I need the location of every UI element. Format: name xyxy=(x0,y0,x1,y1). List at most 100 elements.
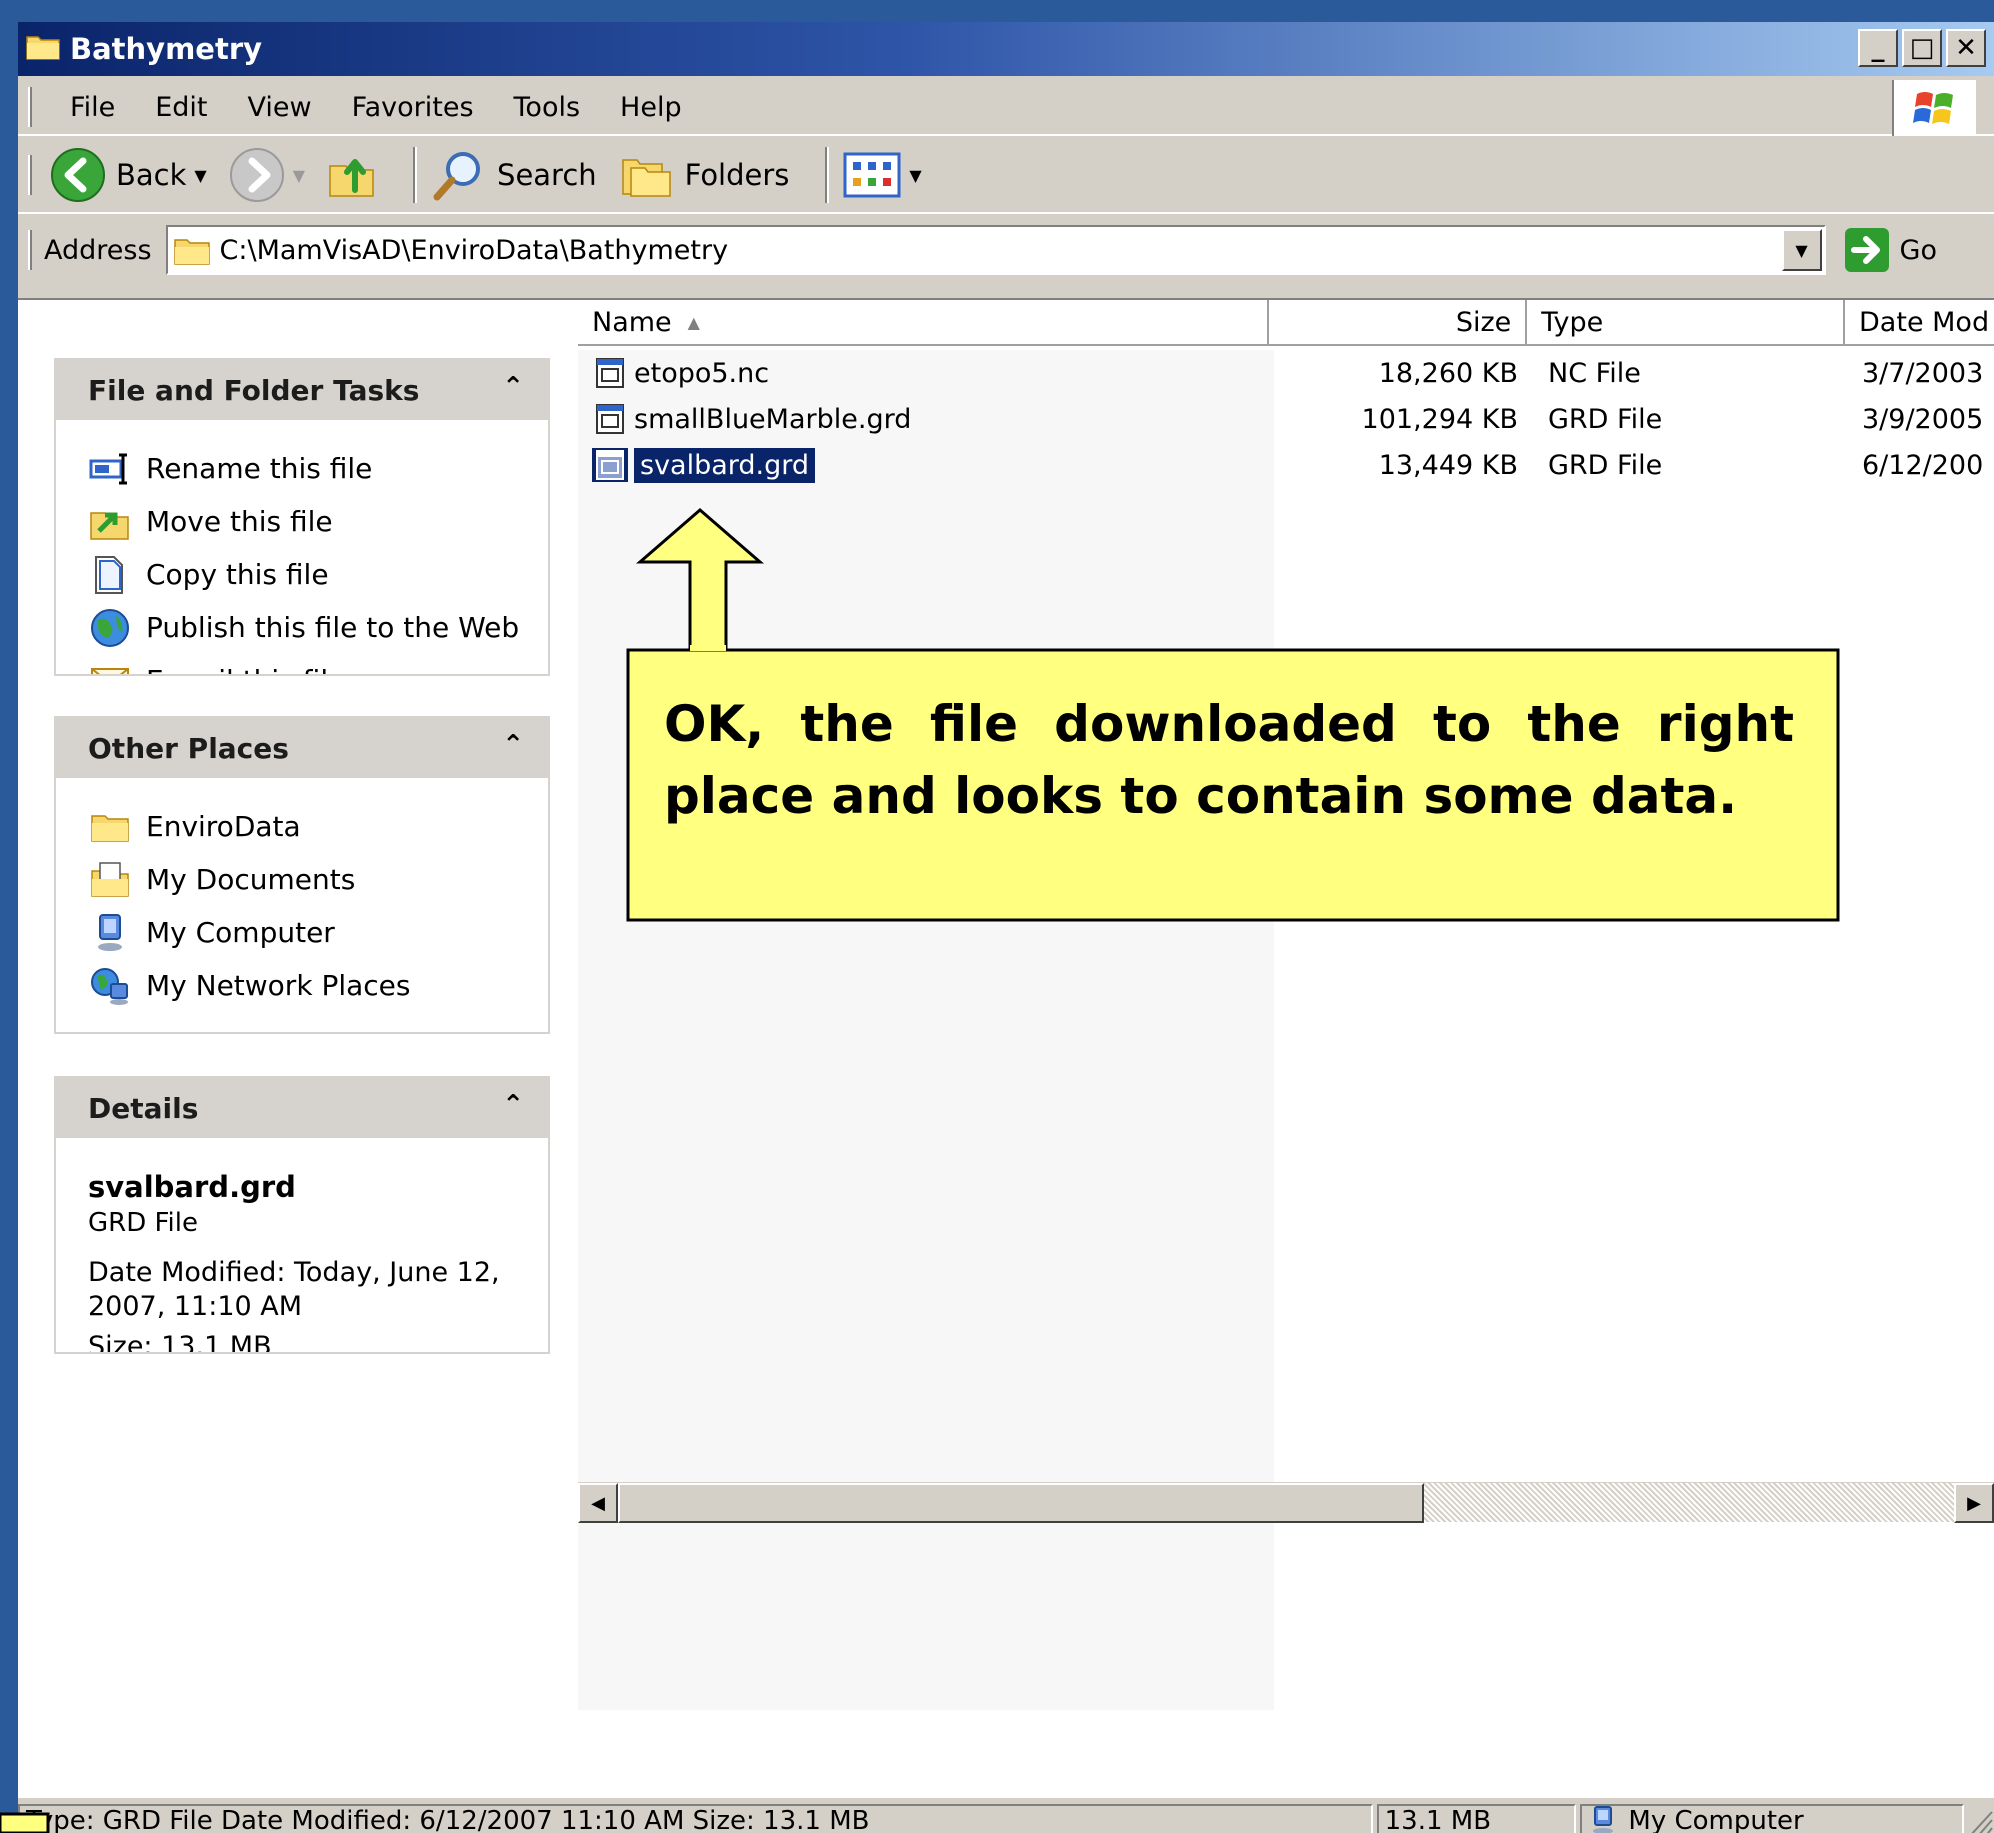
menu-favorites[interactable]: Favorites xyxy=(332,92,494,123)
address-label: Address xyxy=(44,234,152,266)
window-title: Bathymetry xyxy=(70,32,263,66)
details-file-type: GRD File xyxy=(88,1208,199,1238)
collapse-chevron-icon[interactable]: ⌃ xyxy=(502,372,524,402)
collapse-chevron-icon[interactable]: ⌃ xyxy=(502,1090,524,1120)
forward-dropdown-icon[interactable]: ▼ xyxy=(293,166,305,185)
other-places-title: Other Places xyxy=(88,731,289,765)
network-places-icon xyxy=(88,966,132,1006)
other-places-panel: Other Places ⌃ EnviroData My Documents M… xyxy=(54,716,550,1034)
scroll-track[interactable] xyxy=(1424,1483,1954,1522)
my-computer-icon xyxy=(88,913,132,953)
globe-icon xyxy=(88,608,132,648)
place-envirodata[interactable]: EnviroData xyxy=(88,800,548,853)
collapse-chevron-icon[interactable]: ⌃ xyxy=(502,730,524,760)
menu-edit[interactable]: Edit xyxy=(135,92,227,123)
back-dropdown-icon[interactable]: ▼ xyxy=(194,166,206,185)
scroll-right-button[interactable]: ▶ xyxy=(1954,1483,1994,1523)
menu-help[interactable]: Help xyxy=(600,92,702,123)
close-button[interactable]: ✕ xyxy=(1946,29,1986,67)
file-icon xyxy=(592,402,628,436)
column-name-label: Name xyxy=(592,306,672,338)
back-arrow-icon xyxy=(51,148,105,202)
task-publish-label: Publish this file to the Web xyxy=(146,611,520,644)
folder-icon xyxy=(26,32,60,67)
column-date-header[interactable]: Date Mod xyxy=(1845,300,1994,346)
move-icon xyxy=(88,502,132,542)
details-file-name: svalbard.grd xyxy=(88,1170,296,1204)
file-icon xyxy=(592,356,628,390)
resize-grip-icon[interactable] xyxy=(1964,1804,1994,1833)
place-my-computer[interactable]: My Computer xyxy=(88,906,548,959)
horizontal-scrollbar[interactable]: ◀ ▶ xyxy=(578,1482,1994,1523)
scroll-left-button[interactable]: ◀ xyxy=(578,1483,618,1523)
task-email-file[interactable]: E-mail this file xyxy=(88,654,548,674)
place-my-documents[interactable]: My Documents xyxy=(88,853,548,906)
column-size-header[interactable]: Size xyxy=(1268,300,1528,346)
column-name-header[interactable]: Name ▲ xyxy=(578,300,1269,346)
file-name: etopo5.nc xyxy=(634,357,770,389)
windows-logo-icon xyxy=(1892,80,1976,136)
title-bar[interactable]: Bathymetry _ □ ✕ xyxy=(18,22,1994,76)
maximize-button[interactable]: □ xyxy=(1902,29,1942,67)
status-zone-text: My Computer xyxy=(1628,1806,1804,1833)
file-name: smallBlueMarble.grd xyxy=(634,403,912,435)
views-button[interactable]: ▼ xyxy=(843,150,922,200)
status-info: Type: GRD File Date Modified: 6/12/2007 … xyxy=(18,1804,1373,1833)
folders-button[interactable]: Folders xyxy=(619,150,789,200)
task-copy-file[interactable]: Copy this file xyxy=(88,548,548,601)
column-size-label: Size xyxy=(1455,306,1512,338)
file-type: GRD File xyxy=(1548,403,1663,435)
status-zone: My Computer xyxy=(1580,1804,1965,1833)
my-computer-icon xyxy=(1593,1806,1614,1833)
toolbar-grip[interactable] xyxy=(28,155,32,195)
file-row-selected[interactable]: svalbard.grd 13,449 KB GRD File 6/12/200 xyxy=(578,442,1994,488)
file-icon xyxy=(592,448,628,482)
column-header-row: Name ▲ Size Type Date Mod xyxy=(578,300,1994,346)
task-publish-web[interactable]: Publish this file to the Web xyxy=(88,601,548,654)
back-label: Back xyxy=(116,158,187,192)
task-move-label: Move this file xyxy=(146,505,333,538)
scroll-thumb[interactable] xyxy=(618,1483,1424,1523)
go-label: Go xyxy=(1899,234,1937,266)
menu-tools[interactable]: Tools xyxy=(494,92,601,123)
go-arrow-icon xyxy=(1844,228,1889,272)
file-row[interactable]: etopo5.nc 18,260 KB NC File 3/7/2003 xyxy=(578,350,1994,396)
task-rename-file[interactable]: Rename this file xyxy=(88,442,548,495)
place-my-documents-label: My Documents xyxy=(146,863,356,896)
column-type-header[interactable]: Type xyxy=(1527,300,1846,346)
details-header[interactable]: Details ⌃ xyxy=(56,1078,548,1138)
back-button[interactable]: Back ▼ xyxy=(50,147,207,203)
minimize-button[interactable]: _ xyxy=(1858,29,1898,67)
address-input[interactable]: C:\MamVisAD\EnviroData\Bathymetry ▼ xyxy=(165,225,1826,275)
file-date: 6/12/200 xyxy=(1862,449,1984,481)
place-my-network[interactable]: My Network Places xyxy=(88,959,548,1012)
address-grip[interactable] xyxy=(28,230,32,270)
search-button[interactable]: Search xyxy=(431,147,597,203)
other-places-header[interactable]: Other Places ⌃ xyxy=(56,718,548,778)
place-my-computer-label: My Computer xyxy=(146,916,335,949)
folders-icon xyxy=(621,159,671,197)
rename-icon xyxy=(88,449,132,489)
place-envirodata-label: EnviroData xyxy=(146,810,301,843)
menu-bar: File Edit View Favorites Tools Help xyxy=(18,80,1994,136)
details-date-modified: Date Modified: Today, June 12, 2007, 11:… xyxy=(88,1257,500,1322)
go-button[interactable]: Go xyxy=(1844,227,1937,273)
file-type: NC File xyxy=(1548,357,1641,389)
forward-button[interactable]: ▼ xyxy=(229,147,305,203)
address-bar: Address C:\MamVisAD\EnviroData\Bathymetr… xyxy=(18,218,1994,282)
content-area: File and Folder Tasks ⌃ Rename this file… xyxy=(18,298,1994,1798)
menu-file[interactable]: File xyxy=(50,92,135,123)
my-documents-icon xyxy=(88,860,132,900)
views-dropdown-icon[interactable]: ▼ xyxy=(909,166,921,185)
address-dropdown-button[interactable]: ▼ xyxy=(1781,229,1822,271)
menu-view[interactable]: View xyxy=(227,92,331,123)
file-folder-tasks-header[interactable]: File and Folder Tasks ⌃ xyxy=(56,360,548,420)
file-row[interactable]: smallBlueMarble.grd 101,294 KB GRD File … xyxy=(578,396,1994,442)
menu-grip[interactable] xyxy=(28,87,32,127)
task-move-file[interactable]: Move this file xyxy=(88,495,548,548)
file-list: etopo5.nc 18,260 KB NC File 3/7/2003 sma… xyxy=(578,350,1994,488)
task-copy-label: Copy this file xyxy=(146,558,329,591)
up-folder-button[interactable] xyxy=(327,150,377,200)
up-folder-icon xyxy=(329,159,374,197)
details-size: Size: 13.1 MB xyxy=(88,1331,272,1354)
